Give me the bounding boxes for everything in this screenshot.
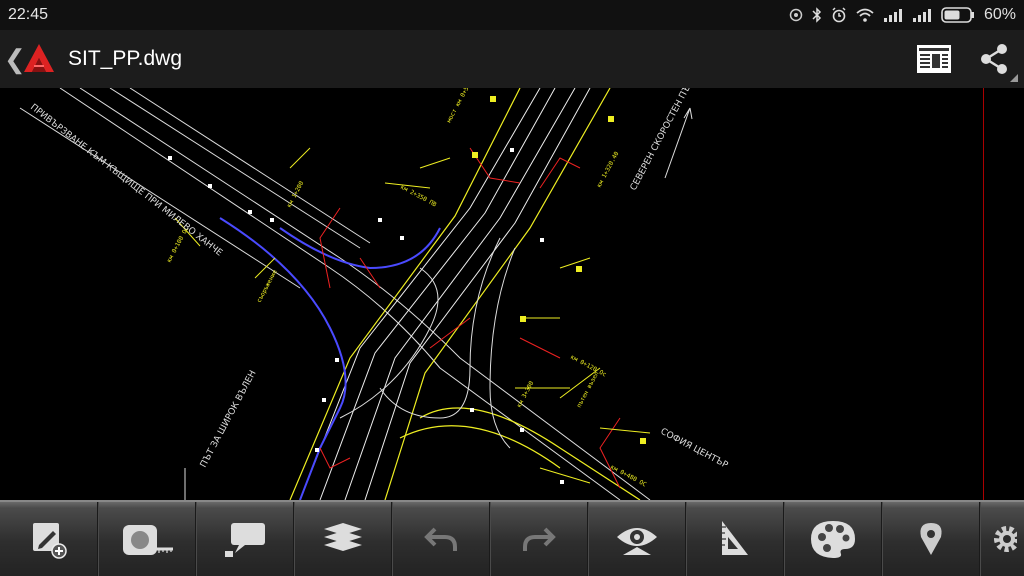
color-tool[interactable]	[784, 502, 882, 576]
sheet-layout-button[interactable]	[904, 30, 964, 88]
road-label-right: СЕВЕРЕН СКОРОСТЕН ПЪТ	[629, 88, 696, 192]
edit-add-tool[interactable]	[0, 502, 98, 576]
svg-text:км 0+480 ОС: км 0+480 ОС	[609, 464, 648, 489]
signal-1-icon	[883, 9, 902, 22]
back-chevron-icon[interactable]: ❮	[4, 30, 26, 88]
draft-tool[interactable]	[686, 502, 784, 576]
file-title: SIT_PP.dwg	[68, 47, 183, 70]
status-icons: 60%	[789, 6, 1016, 24]
share-button[interactable]	[964, 30, 1024, 88]
svg-text:мост км 0+55: мост км 0+55	[446, 88, 473, 124]
redo-tool[interactable]	[490, 502, 588, 576]
triangle-ruler-icon	[722, 521, 748, 555]
road-label-bottom-left: ПЪТ ЗА ШИРОК ВЪЛЕН	[199, 369, 259, 469]
svg-text:пътен възел: пътен възел	[576, 370, 601, 409]
share-icon	[981, 44, 1007, 74]
svg-text:км 1+320.40: км 1+320.40	[596, 150, 621, 189]
svg-text:км 0+120 Ос: км 0+120 Ос	[569, 354, 608, 379]
svg-text:км 2+350 ПВ: км 2+350 ПВ	[399, 184, 438, 209]
road-label-bottom-right: СОФИЯ ЦЕНТЪР	[659, 427, 730, 471]
layers-icon	[324, 523, 362, 551]
settings-tool[interactable]	[980, 502, 1022, 576]
annotate-tool[interactable]	[196, 502, 294, 576]
drawing-canvas[interactable]: км 0+100 ОС км 1+200 съоръжение км 2+350…	[0, 88, 1024, 500]
bottom-toolbar	[0, 500, 1024, 576]
palette-icon	[811, 521, 855, 558]
gear-icon	[994, 526, 1017, 552]
view-tool[interactable]	[588, 502, 686, 576]
layers-tool[interactable]	[294, 502, 392, 576]
redo-icon	[523, 527, 556, 551]
svg-text:км 3+300: км 3+300	[516, 380, 536, 409]
map-pin-icon	[920, 523, 942, 555]
speech-bubble-icon	[225, 523, 265, 557]
bluetooth-icon	[812, 7, 822, 23]
app-bar: ❮ SIT_PP.dwg	[0, 30, 1024, 88]
sheet-layout-icon	[917, 45, 951, 73]
status-time: 22:45	[8, 6, 49, 23]
drawing-border-line	[983, 88, 984, 500]
road-label-top-left: ПРИВЪРЗВАНЕ КЪМ КЪЩИЩЕ ПРИ МИЛЕВО ХАНЧЕ	[28, 102, 224, 258]
alarm-icon	[832, 7, 846, 23]
battery-icon	[941, 7, 974, 23]
status-bar: 22:45 60%	[0, 0, 1024, 30]
wifi-icon	[856, 8, 874, 22]
svg-text:км 1+200: км 1+200	[286, 180, 306, 209]
undo-tool[interactable]	[392, 502, 490, 576]
autocad-logo-icon	[24, 44, 54, 72]
dwg-drawing: км 0+100 ОС км 1+200 съоръжение км 2+350…	[19, 88, 730, 500]
eye-icon	[617, 528, 657, 555]
signal-2-icon	[912, 9, 931, 22]
pencil-plus-icon	[32, 523, 67, 559]
tape-measure-icon	[123, 525, 173, 555]
undo-icon	[424, 527, 457, 551]
overflow-menu-indicator[interactable]	[1010, 74, 1018, 82]
location-tool[interactable]	[882, 502, 980, 576]
battery-percent: 60%	[983, 6, 1016, 23]
sync-icon	[789, 8, 803, 22]
measure-tool[interactable]	[98, 502, 196, 576]
